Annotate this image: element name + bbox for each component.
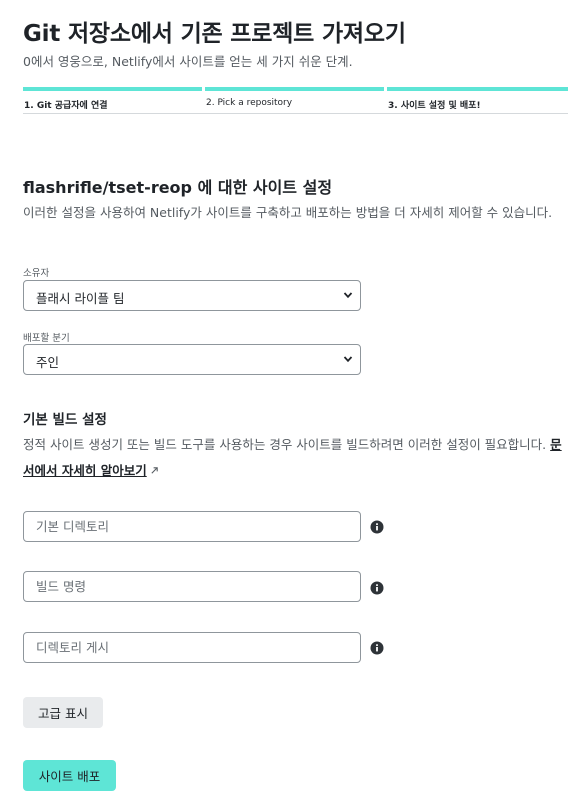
site-settings-description: 이러한 설정을 사용하여 Netlify가 사이트를 구축하고 배포하는 방법을… [23,205,553,220]
build-command-input[interactable] [23,571,361,602]
branch-select[interactable]: 주인 [23,344,361,375]
publish-directory-input[interactable] [23,632,361,663]
deploy-site-button[interactable]: 사이트 배포 [23,760,116,791]
build-description-text: 정적 사이트 생성기 또는 빌드 도구를 사용하는 경우 사이트를 빌드하려면 … [23,437,551,452]
info-icon[interactable] [370,520,384,534]
repo-name: flashrifle/tset-reop [23,178,192,197]
step-progress: 1. Git 공급자에 연결 2. Pick a repository 3. 사… [23,87,568,114]
owner-select[interactable]: 플래시 라이플 팀 [23,280,361,311]
page-subtitle: 0에서 영웅으로, Netlify에서 사이트를 얻는 세 가지 쉬운 단계. [23,54,353,69]
chevron-down-icon [343,356,353,363]
show-advanced-button[interactable]: 고급 표시 [23,697,103,728]
step-label: 3. 사이트 설정 및 배포! [388,101,481,111]
build-settings-heading: 기본 빌드 설정 [23,412,107,428]
owner-label: 소유자 [23,268,50,279]
page-title: Git 저장소에서 기존 프로젝트 가져오기 [23,21,406,47]
chevron-down-icon [343,292,353,299]
step-label: 2. Pick a repository [206,98,293,108]
owner-selected-value: 플래시 라이플 팀 [36,291,125,306]
external-link-icon [151,467,158,474]
base-directory-input[interactable] [23,511,361,542]
divider [23,113,568,114]
info-icon[interactable] [370,581,384,595]
build-settings-description: 정적 사이트 생성기 또는 빌드 도구를 사용하는 경우 사이트를 빌드하려면 … [23,432,568,484]
branch-selected-value: 주인 [36,355,60,370]
step-label: 1. Git 공급자에 연결 [24,101,108,111]
site-settings-heading: flashrifle/tset-reop 에 대한 사이트 설정 [23,174,332,198]
info-icon[interactable] [370,641,384,655]
branch-label: 배포할 분기 [23,333,70,344]
heading-suffix: 에 대한 사이트 설정 [192,178,333,197]
